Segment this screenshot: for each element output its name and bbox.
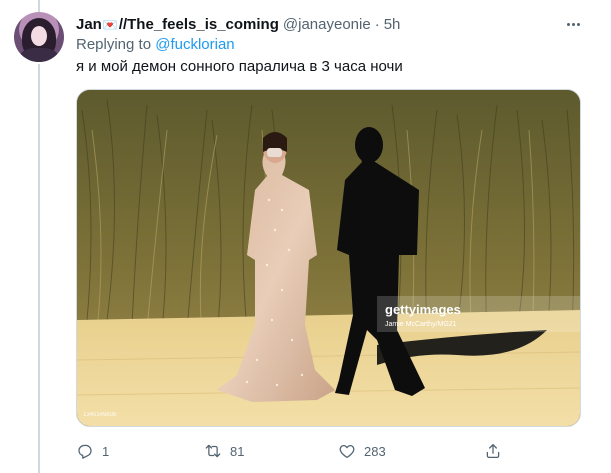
tweet-text: я и мой демон сонного паралича в 3 часа … xyxy=(76,58,403,75)
more-options-icon[interactable] xyxy=(562,14,584,34)
photo-illustration: gettyimages Jamie McCarthy/MG21 13401498… xyxy=(77,90,580,426)
getty-watermark-brand: gettyimages xyxy=(385,302,461,317)
retweet-icon xyxy=(205,444,221,458)
separator-dot: · xyxy=(374,15,380,33)
tweet-actions: 1 81 283 xyxy=(76,440,516,462)
retweet-button[interactable]: 81 xyxy=(204,440,244,462)
getty-watermark-credit: Jamie McCarthy/MG21 xyxy=(385,321,457,328)
retweet-count: 81 xyxy=(230,443,245,459)
like-button[interactable]: 283 xyxy=(338,440,386,462)
tweet-media-photo[interactable]: gettyimages Jamie McCarthy/MG21 13401498… xyxy=(76,89,581,427)
replying-to-mention[interactable]: @fucklorian xyxy=(155,36,234,53)
avatar[interactable] xyxy=(14,12,64,62)
getty-image-id: 1340149836 xyxy=(83,412,117,418)
replying-to: Replying to @fucklorian xyxy=(76,36,235,53)
thread-line xyxy=(38,64,40,473)
timestamp[interactable]: 5h xyxy=(384,16,401,33)
heart-icon xyxy=(339,444,355,459)
reply-icon xyxy=(78,444,92,459)
share-button[interactable] xyxy=(484,440,510,462)
reply-button[interactable]: 1 xyxy=(76,440,109,462)
user-handle[interactable]: @janayeonie xyxy=(283,16,371,33)
thread-line-top xyxy=(38,0,40,12)
display-name[interactable]: Jan💌//The_feels_is_coming xyxy=(76,16,279,33)
like-count: 283 xyxy=(364,443,386,459)
heart-emoji-icon: 💌 xyxy=(102,17,118,32)
replying-prefix: Replying to xyxy=(76,36,156,53)
share-icon xyxy=(486,443,500,459)
tweet-header: Jan💌//The_feels_is_coming @janayeonie · … xyxy=(76,14,400,34)
reply-count: 1 xyxy=(102,443,110,459)
